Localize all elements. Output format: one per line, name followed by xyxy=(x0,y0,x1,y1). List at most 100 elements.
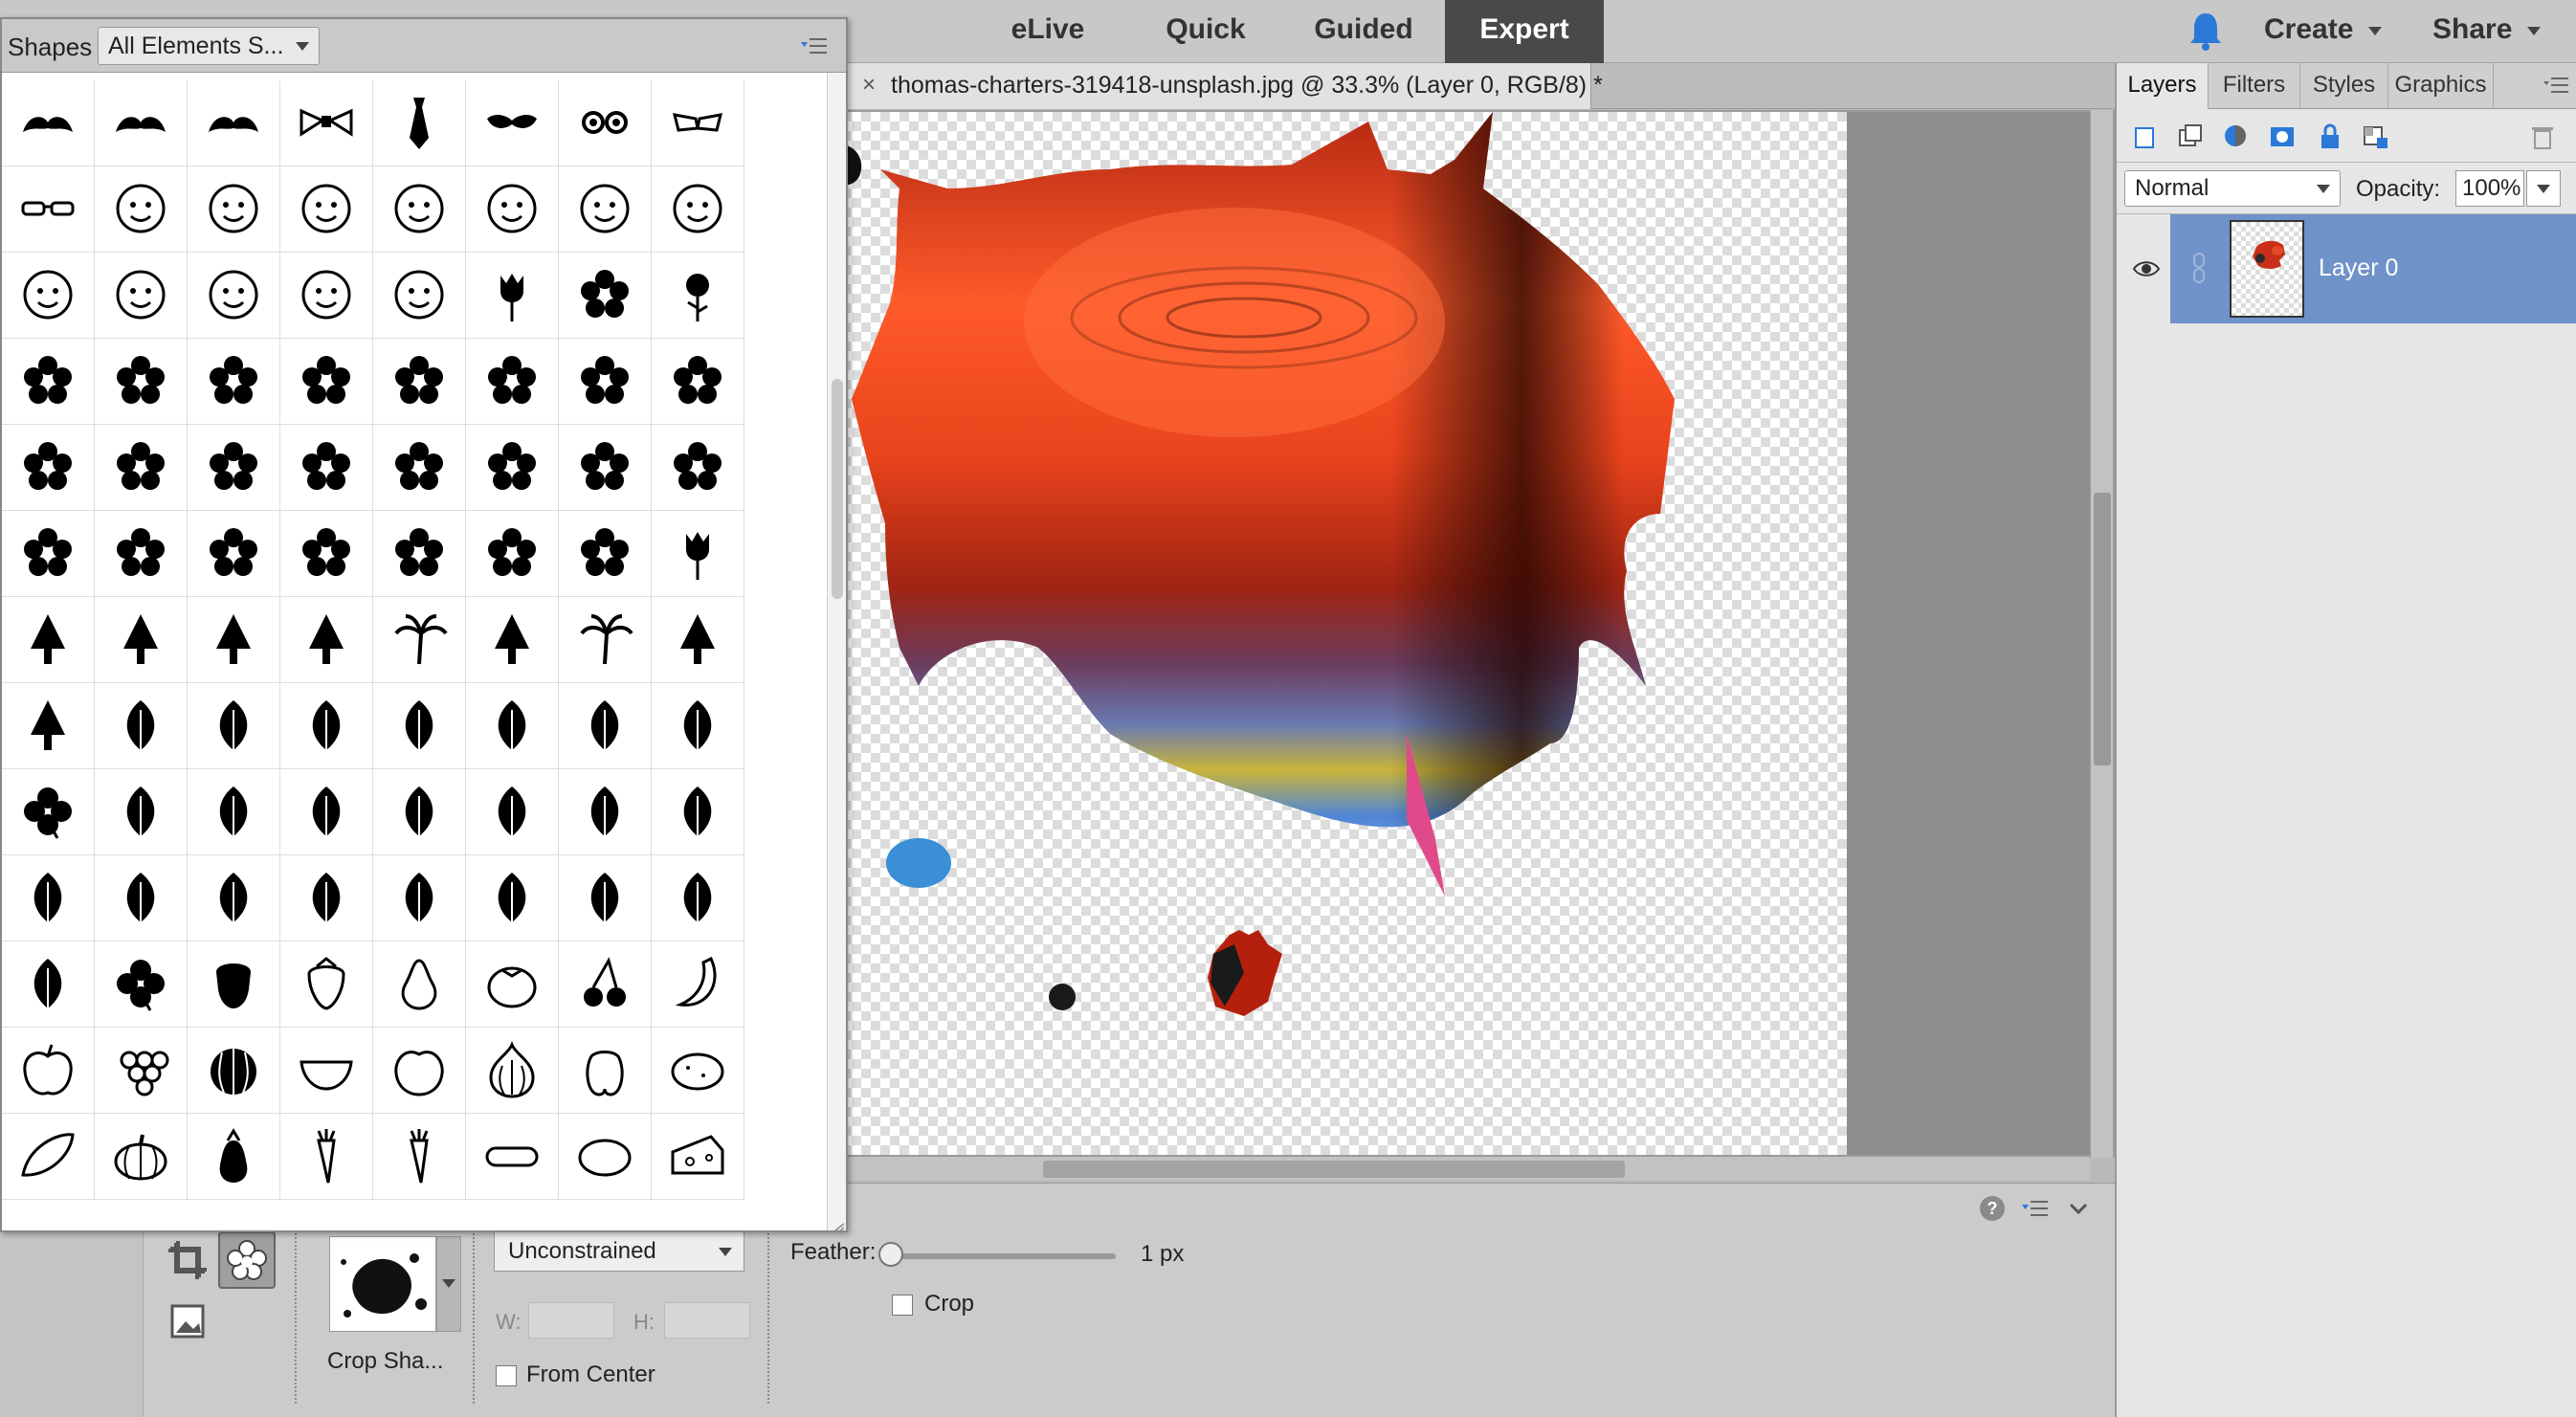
shape-cell[interactable] xyxy=(559,166,652,253)
width-input[interactable] xyxy=(528,1302,614,1339)
shape-cell[interactable] xyxy=(559,425,652,511)
shape-cell[interactable] xyxy=(188,425,280,511)
shape-cell[interactable] xyxy=(652,511,744,597)
tab-layers[interactable]: Layers xyxy=(2117,63,2209,109)
bell-icon[interactable] xyxy=(2187,10,2224,52)
shape-cell[interactable] xyxy=(280,253,373,339)
shape-cell[interactable] xyxy=(559,855,652,941)
blend-mode-select[interactable]: Normal xyxy=(2124,170,2341,207)
new-group-icon[interactable] xyxy=(2176,122,2205,151)
tab-graphics[interactable]: Graphics xyxy=(2388,63,2494,109)
shape-cell[interactable] xyxy=(466,855,559,941)
shape-cell[interactable] xyxy=(2,339,95,425)
shape-cell[interactable] xyxy=(188,166,280,253)
tab-filters[interactable]: Filters xyxy=(2209,63,2300,109)
shape-cell[interactable] xyxy=(466,511,559,597)
shape-cell[interactable] xyxy=(466,1114,559,1200)
shape-cell[interactable] xyxy=(373,1114,466,1200)
shape-cell[interactable] xyxy=(559,80,652,166)
feather-slider-handle[interactable] xyxy=(878,1242,903,1267)
shape-cell[interactable] xyxy=(188,339,280,425)
adjustment-layer-icon[interactable] xyxy=(2222,122,2251,151)
feather-slider[interactable] xyxy=(890,1253,1116,1259)
shape-cell[interactable] xyxy=(280,769,373,855)
shape-cell[interactable] xyxy=(280,855,373,941)
shape-cell[interactable] xyxy=(652,425,744,511)
shape-cell[interactable] xyxy=(280,339,373,425)
new-layer-icon[interactable] xyxy=(2130,122,2159,151)
shape-cell[interactable] xyxy=(188,941,280,1028)
shape-cell[interactable] xyxy=(280,597,373,683)
tab-quick[interactable]: Quick xyxy=(1129,0,1282,63)
shape-cell[interactable] xyxy=(2,80,95,166)
shape-cell[interactable] xyxy=(95,1114,188,1200)
shape-cell[interactable] xyxy=(652,80,744,166)
tab-expert[interactable]: Expert xyxy=(1445,0,1604,63)
horizontal-scrollbar[interactable] xyxy=(833,1156,2090,1181)
shape-cell[interactable] xyxy=(188,253,280,339)
shape-cell[interactable] xyxy=(652,769,744,855)
vertical-scrollbar[interactable] xyxy=(2090,110,2113,1158)
panel-menu-icon[interactable] xyxy=(800,33,829,59)
shape-cell[interactable] xyxy=(2,1028,95,1114)
crop-shape-dropdown[interactable] xyxy=(436,1236,461,1332)
shape-cell[interactable] xyxy=(2,597,95,683)
shape-cell[interactable] xyxy=(2,511,95,597)
shape-cell[interactable] xyxy=(559,597,652,683)
shape-cell[interactable] xyxy=(373,683,466,769)
share-menu[interactable]: Share xyxy=(2432,0,2542,63)
shape-cell[interactable] xyxy=(466,769,559,855)
shape-cell[interactable] xyxy=(95,339,188,425)
shape-cell[interactable] xyxy=(188,80,280,166)
shape-cell[interactable] xyxy=(95,941,188,1028)
crop-tool-icon[interactable] xyxy=(161,1231,218,1289)
help-icon[interactable]: ? xyxy=(1977,1193,2008,1224)
shape-cell[interactable] xyxy=(652,855,744,941)
image-canvas[interactable] xyxy=(833,112,1847,1155)
shape-cell[interactable] xyxy=(95,1028,188,1114)
recompose-tool-icon[interactable] xyxy=(161,1295,218,1352)
scroll-thumb[interactable] xyxy=(2094,493,2111,765)
from-center-checkbox[interactable] xyxy=(496,1365,517,1386)
shape-cell[interactable] xyxy=(2,769,95,855)
shape-cell[interactable] xyxy=(95,855,188,941)
shape-cell[interactable] xyxy=(559,1114,652,1200)
shape-cell[interactable] xyxy=(559,683,652,769)
shape-cell[interactable] xyxy=(280,166,373,253)
shape-cell[interactable] xyxy=(466,80,559,166)
shape-cell[interactable] xyxy=(280,511,373,597)
shape-cell[interactable] xyxy=(373,511,466,597)
shape-cell[interactable] xyxy=(2,166,95,253)
shape-cell[interactable] xyxy=(280,425,373,511)
shape-cell[interactable] xyxy=(2,941,95,1028)
shape-cell[interactable] xyxy=(2,855,95,941)
shape-cell[interactable] xyxy=(373,1028,466,1114)
shape-cell[interactable] xyxy=(466,941,559,1028)
shape-cell[interactable] xyxy=(95,80,188,166)
eye-icon[interactable] xyxy=(2132,255,2161,283)
shape-cell[interactable] xyxy=(373,166,466,253)
shape-cell[interactable] xyxy=(95,166,188,253)
shape-cell[interactable] xyxy=(652,339,744,425)
shapes-scrollbar[interactable] xyxy=(827,73,846,1230)
link-icon[interactable] xyxy=(2189,251,2209,285)
shape-cell[interactable] xyxy=(373,339,466,425)
shape-cell[interactable] xyxy=(466,683,559,769)
opacity-input[interactable]: 100% xyxy=(2455,170,2524,207)
lock-icon[interactable] xyxy=(2316,122,2344,151)
shape-cell[interactable] xyxy=(95,683,188,769)
shape-cell[interactable] xyxy=(652,1114,744,1200)
shape-cell[interactable] xyxy=(280,683,373,769)
shape-cell[interactable] xyxy=(466,425,559,511)
shape-cell[interactable] xyxy=(373,425,466,511)
shape-cell[interactable] xyxy=(2,683,95,769)
scroll-thumb[interactable] xyxy=(1043,1161,1625,1178)
shape-cell[interactable] xyxy=(280,80,373,166)
shape-cell[interactable] xyxy=(652,1028,744,1114)
shape-cell[interactable] xyxy=(559,253,652,339)
shape-cell[interactable] xyxy=(373,769,466,855)
shape-cell[interactable] xyxy=(188,511,280,597)
shape-cell[interactable] xyxy=(466,253,559,339)
shape-cell[interactable] xyxy=(559,769,652,855)
shapes-category-select[interactable]: All Elements S... xyxy=(98,27,320,65)
